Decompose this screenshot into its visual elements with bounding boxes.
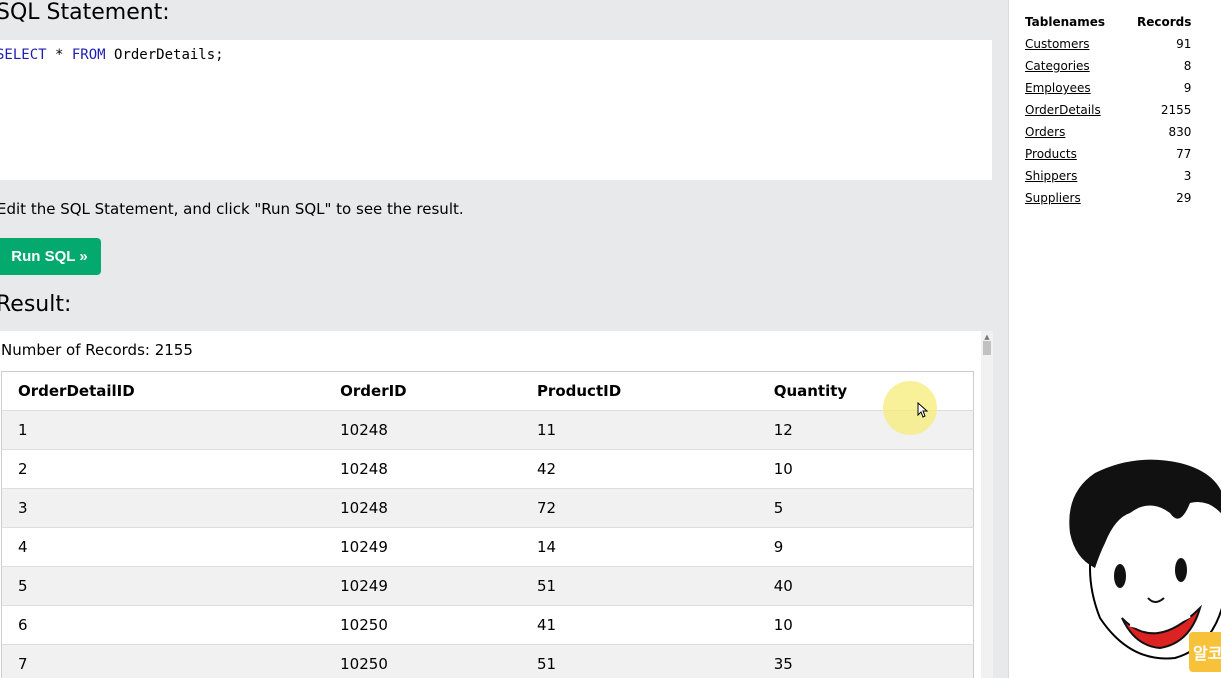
instructions-text: Edit the SQL Statement, and click "Run S… [0, 200, 464, 218]
tables-list: Tablenames Records Customers 91 Categori… [1025, 11, 1191, 209]
table-link-categories[interactable]: Categories [1025, 59, 1090, 73]
result-table: OrderDetailID OrderID ProductID Quantity… [1, 371, 974, 678]
record-count-cell: 8 [1183, 59, 1192, 73]
table-cell: 10249 [324, 566, 521, 606]
sql-code[interactable]: SELECT * FROM OrderDetails; [0, 47, 224, 63]
table-cell: 1 [1, 410, 325, 450]
table-list-item: Categories 8 [1025, 55, 1191, 77]
table-cell: 35 [757, 644, 974, 678]
keyword-from: FROM [71, 47, 106, 63]
table-cell: 7 [1, 644, 325, 678]
table-cell: 5 [757, 488, 974, 528]
result-panel: Number of Records: 2155 OrderDetailID Or… [0, 331, 993, 678]
scroll-thumb[interactable] [983, 341, 991, 355]
table-link-customers[interactable]: Customers [1025, 37, 1090, 51]
table-list-item: Suppliers 29 [1025, 187, 1191, 209]
record-count-cell: 3 [1183, 169, 1192, 183]
table-link-products[interactable]: Products [1025, 147, 1077, 161]
table-row: 5 10249 51 40 [1, 566, 974, 606]
table-row: 3 10248 72 5 [1, 488, 974, 528]
table-cell: 4 [1, 527, 325, 567]
result-scrollbar[interactable]: ▲ [981, 331, 993, 678]
table-cell: 51 [520, 644, 758, 678]
record-count-cell: 77 [1176, 147, 1192, 161]
channel-badge: 알코 [1189, 632, 1221, 672]
table-cell: 51 [520, 566, 758, 606]
record-count-cell: 830 [1168, 125, 1192, 139]
scroll-up-arrow-icon[interactable]: ▲ [981, 333, 993, 341]
result-heading: Result: [0, 292, 72, 317]
table-row: 7 10250 51 35 [1, 644, 974, 678]
table-row: 6 10250 41 10 [1, 605, 974, 645]
table-row: 2 10248 42 10 [1, 449, 974, 489]
record-count-cell: 91 [1176, 37, 1192, 51]
table-cell: 5 [1, 566, 325, 606]
table-cell: 6 [1, 605, 325, 645]
table-cell: 41 [520, 605, 758, 645]
record-count-cell: 9 [1183, 81, 1192, 95]
tables-header-row: Tablenames Records [1025, 11, 1191, 33]
table-link-orderdetails[interactable]: OrderDetails [1025, 103, 1101, 117]
table-list-item: Orders 830 [1025, 121, 1191, 143]
table-cell: 10250 [324, 605, 521, 645]
table-cell: 10250 [324, 644, 521, 678]
mouse-pointer-icon [917, 402, 929, 418]
table-cell: 10249 [324, 527, 521, 567]
run-sql-button[interactable]: Run SQL » [0, 238, 101, 275]
table-link-suppliers[interactable]: Suppliers [1025, 191, 1081, 205]
table-token: OrderDetails; [105, 47, 224, 63]
main-panel: SQL Statement: SELECT * FROM OrderDetail… [0, 0, 1008, 678]
record-count-cell: 29 [1176, 191, 1192, 205]
table-link-orders[interactable]: Orders [1025, 125, 1065, 139]
star-token: * [46, 47, 72, 63]
table-cell: 10248 [324, 488, 521, 528]
record-count: Number of Records: 2155 [1, 341, 193, 359]
table-cell: 10248 [324, 410, 521, 450]
table-cell: 14 [520, 527, 758, 567]
table-cell: 12 [757, 410, 974, 450]
table-cell: 3 [1, 488, 325, 528]
table-list-item: Customers 91 [1025, 33, 1191, 55]
keyword-select: SELECT [0, 47, 47, 63]
table-cell: 10 [757, 449, 974, 489]
record-count-cell: 2155 [1160, 103, 1192, 117]
table-cell: 9 [757, 527, 974, 567]
tablenames-header: Tablenames [1025, 15, 1106, 29]
table-cell: 2 [1, 449, 325, 489]
table-cell: 40 [757, 566, 974, 606]
column-header: OrderID [324, 371, 521, 411]
sql-heading: SQL Statement: [0, 0, 170, 25]
table-row: 1 10248 11 12 [1, 410, 974, 450]
sql-editor[interactable]: SELECT * FROM OrderDetails; [0, 40, 992, 180]
column-header: Quantity [757, 371, 974, 411]
table-list-item: OrderDetails 2155 [1025, 99, 1191, 121]
table-link-shippers[interactable]: Shippers [1025, 169, 1077, 183]
column-header: OrderDetailID [1, 371, 325, 411]
table-header-row: OrderDetailID OrderID ProductID Quantity [1, 371, 974, 411]
table-list-item: Employees 9 [1025, 77, 1191, 99]
table-cell: 10 [757, 605, 974, 645]
table-cell: 11 [520, 410, 758, 450]
table-cell: 42 [520, 449, 758, 489]
table-cell: 72 [520, 488, 758, 528]
records-header: Records [1137, 15, 1192, 29]
table-list-item: Shippers 3 [1025, 165, 1191, 187]
table-cell: 10248 [324, 449, 521, 489]
table-row: 4 10249 14 9 [1, 527, 974, 567]
table-list-item: Products 77 [1025, 143, 1191, 165]
column-header: ProductID [520, 371, 758, 411]
table-link-employees[interactable]: Employees [1025, 81, 1091, 95]
